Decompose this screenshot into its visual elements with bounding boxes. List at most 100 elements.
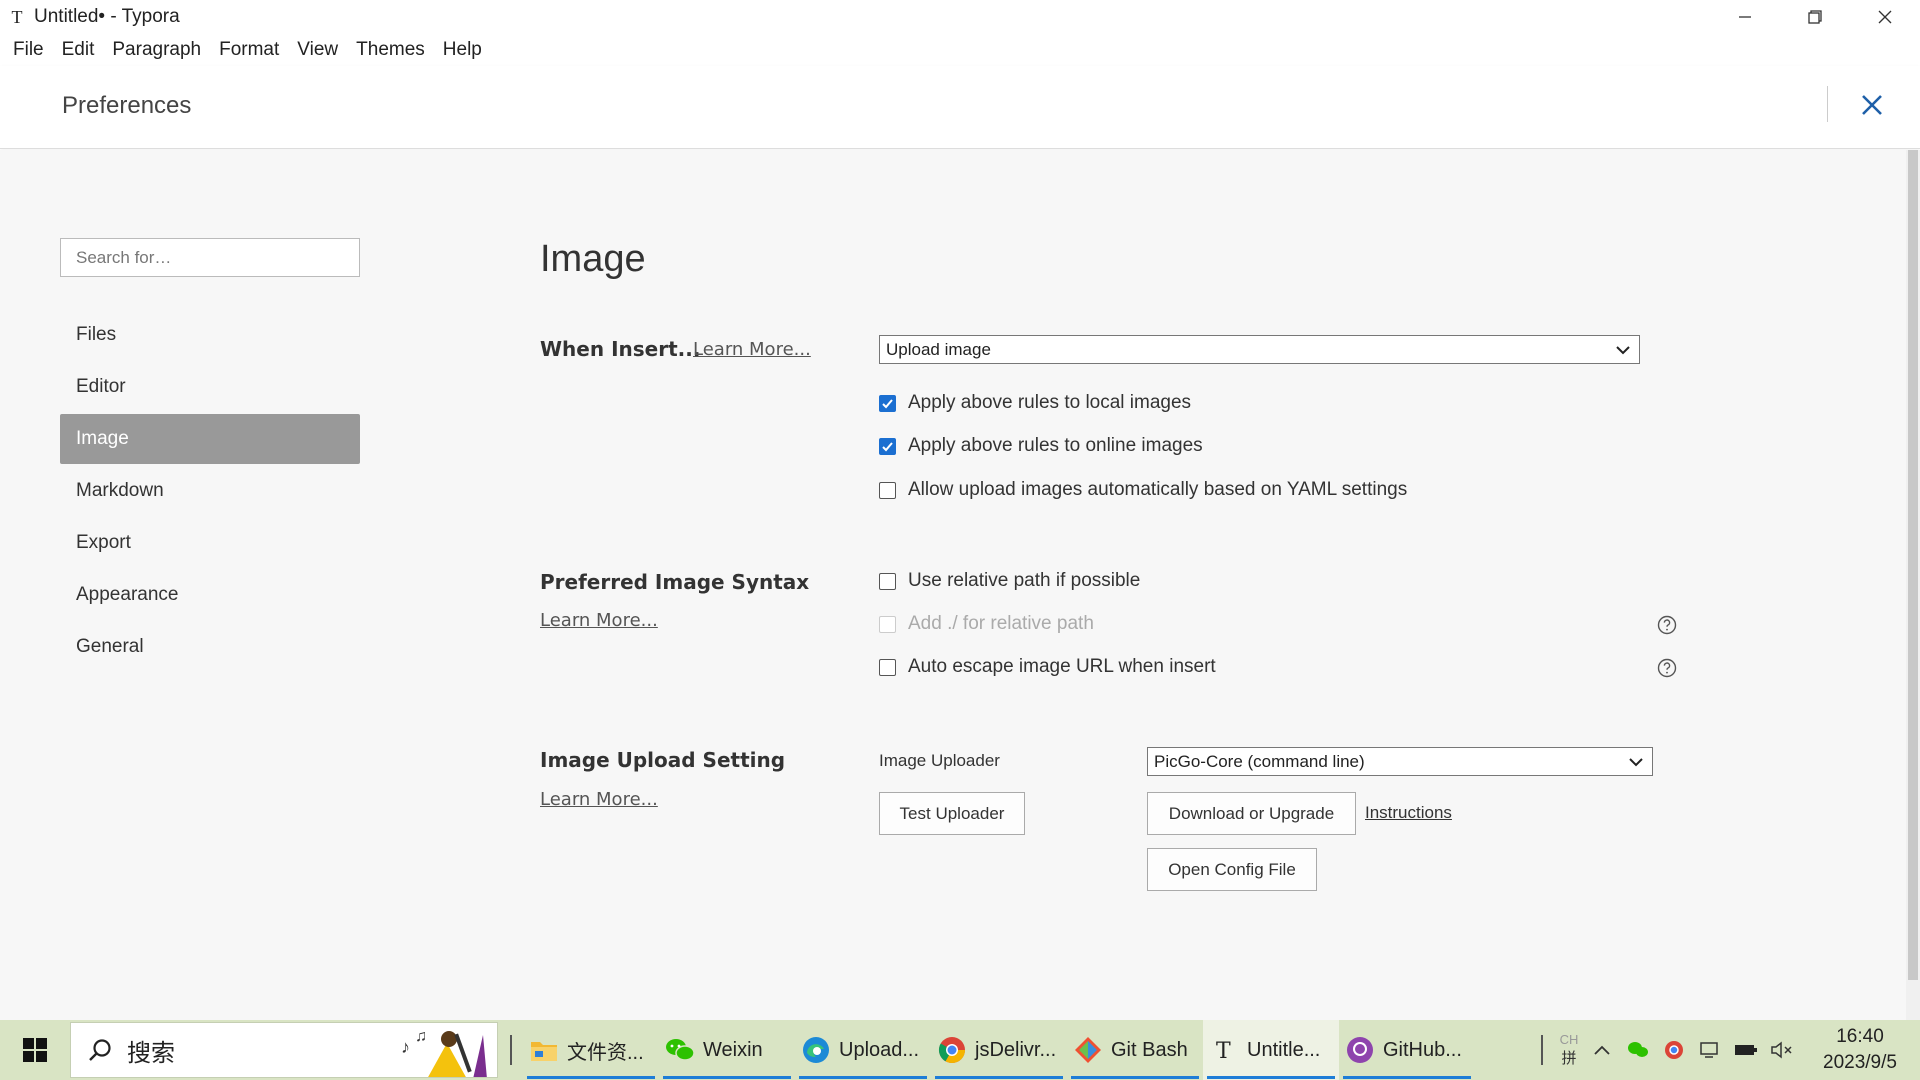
checkmark-icon [882,441,893,451]
menu-view[interactable]: View [288,34,347,66]
menu-bar: File Edit Paragraph Format View Themes H… [0,34,1920,66]
taskbar-item-weixin[interactable]: Weixin [659,1020,795,1080]
close-window-button[interactable] [1850,0,1920,34]
clock-date: 2023/9/5 [1823,1052,1897,1073]
local-images-checkbox[interactable] [879,394,896,412]
nav-item-general[interactable]: General [60,622,360,672]
taskbar-item-label: Untitle... [1247,1038,1321,1061]
svg-text:T: T [1216,1039,1231,1064]
auto-escape-label: Auto escape image URL when insert [908,656,1216,677]
chevron-down-icon [1616,346,1630,355]
minimize-icon [1739,16,1751,18]
taskbar-separator [1541,1035,1544,1065]
nav-item-image[interactable]: Image [60,414,360,464]
auto-escape-option[interactable]: Auto escape image URL when insert [879,656,1216,678]
minimize-button[interactable] [1710,0,1780,34]
preferences-search-input[interactable] [60,238,360,277]
github-desktop-icon [1345,1035,1375,1065]
git-bash-icon [1073,1035,1103,1065]
taskbar-item-file-explorer[interactable]: 文件资... [523,1020,659,1080]
menu-paragraph[interactable]: Paragraph [103,34,210,66]
image-uploader-selected-value: PicGo-Core (command line) [1154,751,1365,771]
show-hidden-icons-button[interactable] [1584,1020,1620,1080]
upload-setting-learn-more-link[interactable]: Learn More... [540,789,658,810]
dot-slash-option: Add ./ for relative path [879,613,1094,635]
taskbar-item-chrome[interactable]: jsDelivr... [931,1020,1067,1080]
running-indicator [1071,1076,1199,1079]
nav-item-editor[interactable]: Editor [60,362,360,412]
tray-chrome-icon[interactable] [1656,1020,1692,1080]
network-icon[interactable] [1692,1020,1728,1080]
open-config-file-button[interactable]: Open Config File [1147,848,1317,891]
tray-wechat-icon[interactable] [1620,1020,1656,1080]
taskbar-search-box[interactable]: 搜索 ♪ ♫ [70,1022,498,1078]
wechat-icon [665,1035,695,1065]
taskbar-item-git-bash[interactable]: Git Bash [1067,1020,1203,1080]
online-images-option[interactable]: Apply above rules to online images [879,435,1203,457]
scrollbar-thumb[interactable] [1908,150,1918,980]
image-uploader-select[interactable]: PicGo-Core (command line) [1147,747,1653,776]
help-icon[interactable] [1657,658,1677,678]
taskbar-item-typora[interactable]: T Untitle... [1203,1020,1339,1080]
yaml-upload-label: Allow upload images automatically based … [908,479,1408,500]
taskbar: 搜索 ♪ ♫ 文件资... Weixin Upload... jsDelivr.… [0,1020,1920,1080]
yaml-upload-checkbox[interactable] [879,481,896,499]
start-button[interactable] [0,1020,70,1080]
ime-language: CH [1559,1032,1579,1047]
running-indicator [527,1076,655,1079]
download-upgrade-button[interactable]: Download or Upgrade [1147,792,1356,835]
relative-path-label: Use relative path if possible [908,570,1141,591]
restore-icon [1808,10,1822,24]
dot-slash-label: Add ./ for relative path [908,613,1094,634]
running-indicator [1343,1076,1471,1079]
running-indicator [1207,1076,1335,1079]
system-clock[interactable]: 16:40 2023/9/5 [1800,1024,1920,1076]
svg-text:♪: ♪ [401,1037,410,1057]
taskbar-item-github-desktop[interactable]: GitHub... [1339,1020,1475,1080]
checkmark-icon [882,398,893,408]
yaml-upload-option[interactable]: Allow upload images automatically based … [879,479,1407,501]
close-preferences-button[interactable] [1855,88,1889,122]
nav-item-files[interactable]: Files [60,310,360,360]
chevron-down-icon [1629,758,1643,767]
taskbar-item-edge[interactable]: Upload... [795,1020,931,1080]
taskbar-item-label: Upload... [839,1038,920,1061]
relative-path-checkbox[interactable] [879,572,896,590]
preferences-nav: Files Editor Image Markdown Export Appea… [60,310,360,674]
test-uploader-button[interactable]: Test Uploader [879,792,1025,835]
relative-path-option[interactable]: Use relative path if possible [879,570,1140,592]
system-tray: CH 拼 16:40 2023/9/5 [1529,1020,1920,1080]
menu-help[interactable]: Help [434,34,491,66]
when-insert-select[interactable]: Upload image [879,335,1640,364]
typora-app-icon: T [11,6,23,27]
title-bar: T Untitled• - Typora [0,0,1920,34]
when-insert-learn-more-link[interactable]: Learn More... [693,339,811,360]
taskbar-item-label: 文件资... [567,1041,644,1064]
search-highlight-illustration: ♪ ♫ [401,1028,487,1077]
local-images-option[interactable]: Apply above rules to local images [879,392,1191,414]
help-icon[interactable] [1657,615,1677,635]
nav-item-appearance[interactable]: Appearance [60,570,360,620]
preferred-syntax-learn-more-link[interactable]: Learn More... [540,610,658,631]
taskbar-search-text: 搜索 [127,1039,175,1067]
volume-muted-icon[interactable] [1764,1020,1800,1080]
ime-mode: 拼 [1561,1050,1577,1067]
when-insert-label: When Insert... [540,337,701,361]
input-method-indicator[interactable]: CH 拼 [1554,1032,1584,1068]
battery-icon[interactable] [1728,1020,1764,1080]
menu-format[interactable]: Format [210,34,288,66]
nav-item-export[interactable]: Export [60,518,360,568]
restore-button[interactable] [1780,0,1850,34]
menu-edit[interactable]: Edit [53,34,104,66]
taskbar-separator [510,1035,513,1065]
menu-themes[interactable]: Themes [347,34,434,66]
nav-item-markdown[interactable]: Markdown [60,466,360,516]
taskbar-item-label: jsDelivr... [975,1038,1057,1061]
menu-file[interactable]: File [4,34,53,66]
instructions-link[interactable]: Instructions [1365,803,1452,823]
close-icon [1878,10,1892,24]
online-images-checkbox[interactable] [879,437,896,455]
auto-escape-checkbox[interactable] [879,658,896,676]
image-uploader-label: Image Uploader [879,751,1000,770]
preferences-body: Files Editor Image Markdown Export Appea… [0,150,1906,1020]
